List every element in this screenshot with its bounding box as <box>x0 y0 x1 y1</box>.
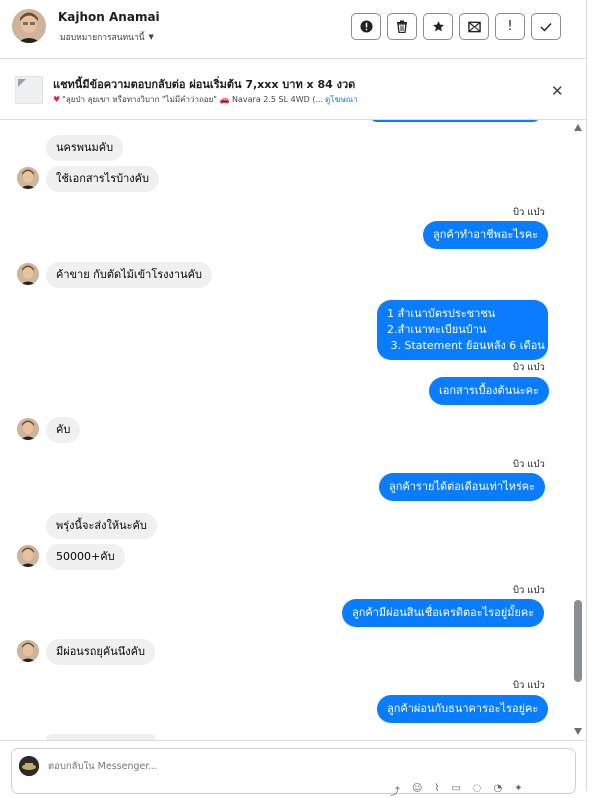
message-bubble-out: เอกสารเบื้องต้นนะคะ <box>429 377 549 405</box>
message-bubble-out: ลูกค้าทำอาชีพอะไรคะ <box>423 221 549 249</box>
message-bubble-in: มีผ่อนรถยุคันนึงคับ <box>46 639 155 665</box>
sender-name: บิว แบ๋ว <box>513 459 545 470</box>
message-line: 3. Statement ย้อนหลัง 6 เดือน <box>387 339 545 352</box>
exclamation-icon: ! <box>507 19 513 34</box>
message-line: 2.สำเนาทะเบียนบ้าน <box>387 323 487 336</box>
close-icon[interactable]: ✕ <box>551 82 564 100</box>
contact-name[interactable]: Kajhon Anamai <box>58 10 160 24</box>
like-icon[interactable]: ✦ <box>514 783 522 798</box>
star-icon <box>432 21 444 32</box>
attach-icon[interactable]: ⤴ <box>390 783 400 798</box>
contact-avatar-small <box>17 263 39 285</box>
ad-thumbnail[interactable] <box>15 76 43 104</box>
composer-toolbar: ⤴ ☺ ⌇ ▭ ◌ ◔ ✦ <box>390 783 523 798</box>
contact-avatar-small <box>17 167 39 189</box>
contact-avatar[interactable] <box>12 9 46 43</box>
emoji-icon[interactable]: ☺ <box>412 783 422 798</box>
message-thread[interactable]: นครพนมคับ ใช้เอกสารไรบ้างคับ บิว แบ๋ว ลู… <box>0 120 586 740</box>
message-bubble-in: คับ <box>46 417 81 443</box>
gif-icon[interactable]: ◌ <box>473 783 482 798</box>
caret-down-icon: ▼ <box>148 33 154 41</box>
reply-composer[interactable]: ⤴ ☺ ⌇ ▭ ◌ ◔ ✦ <box>11 748 576 798</box>
follow-up-button[interactable]: ! <box>495 13 525 40</box>
reply-input[interactable] <box>48 761 348 772</box>
envelope-icon <box>467 21 481 32</box>
sticker-icon[interactable]: ◔ <box>494 783 503 798</box>
message-bubble-out <box>370 120 540 122</box>
page-avatar <box>19 756 39 776</box>
sender-name: บิว แบ๋ว <box>513 207 545 218</box>
message-bubble-in: พรุ่งนี้จะส่งให้นะคับ <box>46 513 157 539</box>
delete-button[interactable] <box>387 13 417 40</box>
conversation-header: Kajhon Anamai มอบหมายการสนทนานี้ ▼ ! <box>0 0 586 58</box>
contact-avatar-small <box>17 418 39 440</box>
view-ad-link[interactable]: ดูโฆษณา <box>325 93 358 106</box>
contact-avatar-small <box>17 545 39 567</box>
spam-button[interactable] <box>351 13 381 40</box>
assign-label: มอบหมายการสนทนานี้ <box>60 33 145 43</box>
image-icon[interactable]: ▭ <box>451 783 460 798</box>
message-bubble-in: ใช้เอกสารไรบ้างคับ <box>46 166 159 192</box>
panel-border <box>586 0 587 790</box>
ad-title: แชทนี้มีข้อความตอบกลับต่อ ผ่อนเริ่มต้น 7… <box>53 78 356 91</box>
sender-name: บิว แบ๋ว <box>513 680 545 691</box>
check-icon <box>540 22 552 32</box>
message-bubble-in: ค้าขาย กับตัดไม้เข้าโรงงานคับ <box>46 262 212 288</box>
trash-icon <box>397 20 407 33</box>
ad-context-bar: แชทนี้มีข้อความตอบกลับต่อ ผ่อนเริ่มต้น 7… <box>0 59 586 119</box>
sender-name: บิว แบ๋ว <box>513 362 545 373</box>
done-button[interactable] <box>531 13 561 40</box>
message-bubble-out: ลูกค้ารายได้ต่อเดือนเท่าไหร่คะ <box>379 473 546 501</box>
contact-avatar-small <box>17 640 39 662</box>
star-button[interactable] <box>423 13 453 40</box>
message-bubble-in: นครพนมคับ <box>46 135 124 161</box>
ad-subtitle-text: "ลุยป่า ลุยเขา หรือทางวิบาก "ไม่มีคำว่าถ… <box>62 95 324 104</box>
paperclip-icon[interactable]: ⌇ <box>434 783 439 798</box>
ad-subtitle: ♥ "ลุยป่า ลุยเขา หรือทางวิบาก "ไม่มีคำว่… <box>53 93 358 106</box>
message-bubble-out: ลูกค้าผ่อนกับธนาคารอะไรอยู่คะ <box>377 695 549 723</box>
sender-name: บิว แบ๋ว <box>513 585 545 596</box>
assign-conversation-dropdown[interactable]: มอบหมายการสนทนานี้ ▼ <box>60 30 154 44</box>
scroll-down-arrow-icon[interactable] <box>574 728 582 735</box>
mark-unread-button[interactable] <box>459 13 489 40</box>
exclamation-circle-icon <box>359 20 373 33</box>
message-bubble-in: 50000+คับ <box>46 544 125 570</box>
message-bubble-out-multiline: 1 สำเนาบัตรประชาชน 2.สำเนาทะเบียนบ้าน 3.… <box>377 300 548 360</box>
scroll-up-arrow-icon[interactable] <box>574 124 582 131</box>
message-line: 1 สำเนาบัตรประชาชน <box>387 307 496 320</box>
message-bubble-out: ลูกค้ามีผ่อนสินเชื่อเครดิตอะไรอยู่มั้ยคะ <box>342 599 545 627</box>
heart-icon: ♥ <box>53 95 61 104</box>
composer-divider <box>0 740 586 741</box>
scrollbar-thumb[interactable] <box>574 600 582 682</box>
